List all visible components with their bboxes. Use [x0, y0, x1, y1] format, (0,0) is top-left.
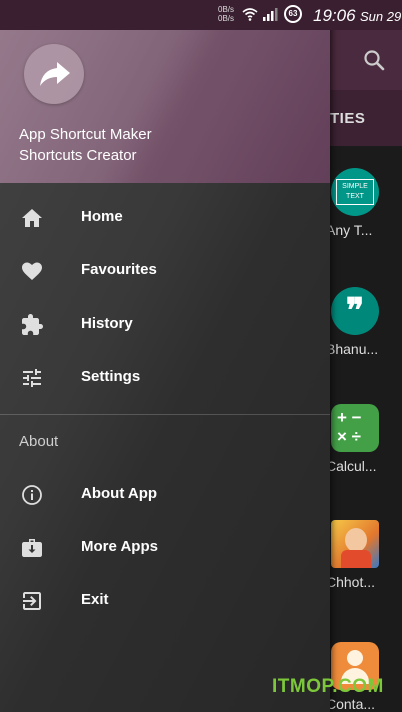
app-logo — [24, 44, 84, 104]
shortcut-arrow-icon — [40, 62, 70, 86]
sliders-icon — [23, 369, 41, 387]
app-label: Any T... — [326, 222, 373, 238]
simple-text-app-icon: SIMPLE TEXT — [331, 168, 379, 216]
home-icon — [22, 209, 42, 227]
menu-label: About App — [81, 485, 158, 502]
briefcase-download-icon — [22, 539, 42, 557]
clock-date: Sun 29 — [360, 9, 402, 24]
calculator-app-icon: + − × ÷ — [331, 404, 379, 452]
quote-app-icon: ❞ — [331, 287, 379, 335]
app-title-line1: App Shortcut Maker — [19, 126, 152, 143]
menu-item-favourites[interactable]: Favourites — [0, 246, 330, 296]
app-label: Chhot... — [326, 574, 376, 590]
clock-time: 19:06 — [313, 6, 356, 25]
app-list-item[interactable]: SIMPLE TEXT Any T... — [326, 168, 402, 238]
net-down-speed: 0B/s — [218, 14, 235, 23]
app-label: Calcul... — [326, 458, 377, 474]
battery-level: 63 — [288, 9, 298, 18]
signal-icon — [263, 8, 278, 21]
tab-activities[interactable]: TIES — [330, 110, 365, 127]
wifi-icon — [242, 8, 258, 21]
navigation-drawer: App Shortcut Maker Shortcuts Creator Hom… — [0, 0, 330, 712]
watermark: ITMOP.COM — [272, 676, 384, 697]
network-speed: 0B/s 0B/s — [218, 5, 234, 23]
menu-label: More Apps — [81, 538, 158, 555]
app-title-line2: Shortcuts Creator — [19, 147, 137, 164]
app-list-item[interactable]: Chhot... — [326, 520, 402, 590]
info-icon — [22, 485, 42, 505]
menu-divider — [0, 414, 330, 415]
menu-item-more-apps[interactable]: More Apps — [0, 523, 330, 573]
app-title: App Shortcut Maker Shortcuts Creator — [19, 124, 152, 166]
status-bar: 0B/s 0B/s 63 19:06 Sun 29 — [0, 0, 402, 30]
menu-label: History — [81, 315, 133, 332]
app-list-item[interactable]: + − × ÷ Calcul... — [326, 404, 402, 474]
screen: 0B/s 0B/s 63 19:06 Sun 29 TIES SIMPLE TE… — [0, 0, 402, 712]
menu-item-history[interactable]: History — [0, 300, 330, 350]
heart-icon — [22, 262, 42, 280]
battery-circle-icon: 63 — [284, 5, 302, 23]
section-header-about: About — [19, 433, 59, 450]
puzzle-icon — [22, 314, 43, 335]
app-label: Bhanu... — [326, 341, 379, 357]
exit-icon — [23, 592, 41, 610]
app-label: Conta... — [326, 696, 376, 712]
menu-item-settings[interactable]: Settings — [0, 353, 330, 403]
app-list-item[interactable]: ❞ Bhanu... — [326, 287, 402, 357]
cartoon-app-icon — [331, 520, 379, 568]
menu-label: Settings — [81, 368, 141, 385]
menu-label: Home — [81, 208, 123, 225]
net-up-speed: 0B/s — [218, 5, 235, 14]
menu-item-about-app[interactable]: About App — [0, 470, 330, 520]
menu-label: Exit — [81, 591, 109, 608]
menu-label: Favourites — [81, 261, 157, 278]
menu-item-home[interactable]: Home — [0, 193, 330, 243]
menu-item-exit[interactable]: Exit — [0, 576, 330, 626]
search-icon[interactable] — [362, 48, 386, 72]
